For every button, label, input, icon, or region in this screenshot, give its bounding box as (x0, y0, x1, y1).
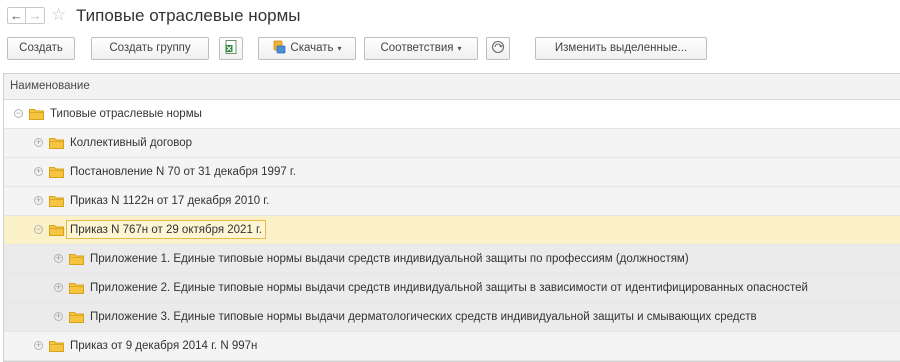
table-row[interactable]: + Приложение 2. Единые типовые нормы выда… (4, 274, 900, 303)
folder-icon (69, 312, 84, 323)
table-row[interactable]: + Приказ от 9 декабря 2014 г. N 997н (4, 332, 900, 361)
expand-toggle-icon[interactable]: + (54, 283, 63, 292)
expand-toggle-icon[interactable]: + (34, 196, 43, 205)
table-row[interactable]: + Приказ N 1122н от 17 декабря 2010 г. (4, 187, 900, 216)
expand-toggle-icon[interactable]: + (34, 138, 43, 147)
folder-icon (69, 283, 84, 294)
table-row[interactable]: − Типовые отраслевые нормы (4, 100, 900, 129)
globe-sync-icon (491, 40, 505, 54)
row-label: Приказ от 9 декабря 2014 г. N 997н (70, 340, 258, 352)
column-header-name[interactable]: Наименование (4, 74, 900, 100)
expand-toggle-icon[interactable]: + (34, 341, 43, 350)
mappings-button[interactable]: Соответствия ▾ (364, 37, 478, 60)
row-label: Приложение 1. Единые типовые нормы выдач… (90, 253, 689, 265)
back-button[interactable]: ← (7, 7, 26, 24)
hierarchy-table: Наименование − Типовые отраслевые нормы + К… (3, 73, 900, 362)
table-row[interactable]: + Постановление N 70 от 31 декабря 1997 г… (4, 158, 900, 187)
expand-toggle-icon[interactable]: + (34, 167, 43, 176)
toolbar: Создать Создать группу Скачать ▾ Соответс… (0, 36, 900, 62)
create-group-button[interactable]: Создать группу (91, 37, 209, 60)
edit-selected-button[interactable]: Изменить выделенные... (535, 37, 707, 60)
excel-export-button[interactable] (219, 37, 243, 60)
table-row[interactable]: + Приложение 1. Единые типовые нормы выда… (4, 245, 900, 274)
page-title: Типовые отраслевые нормы (76, 6, 301, 25)
collapse-toggle-icon[interactable]: − (34, 225, 43, 234)
row-label: Постановление N 70 от 31 декабря 1997 г. (70, 166, 296, 178)
arrow-left-icon: ← (10, 8, 23, 23)
create-group-button-label: Создать группу (109, 42, 191, 54)
excel-icon (225, 39, 236, 54)
title-bar: ← → ☆ Типовые отраслевые нормы (0, 0, 900, 34)
chevron-down-icon: ▾ (337, 44, 342, 53)
row-label: Типовые отраслевые нормы (50, 108, 202, 120)
download-button[interactable]: Скачать ▾ (258, 37, 356, 60)
row-label: Приложение 3. Единые типовые нормы выдач… (90, 311, 757, 323)
sync-button[interactable] (486, 37, 510, 60)
folder-icon (49, 167, 64, 178)
folder-icon (49, 225, 64, 236)
expand-toggle-icon[interactable]: + (54, 254, 63, 263)
create-button-label: Создать (19, 42, 63, 54)
expand-toggle-icon[interactable]: + (54, 312, 63, 321)
chevron-down-icon: ▾ (457, 44, 462, 53)
forward-button[interactable]: → (26, 7, 45, 24)
mappings-button-label: Соответствия (380, 42, 454, 54)
folder-icon (49, 341, 64, 352)
row-label: Приказ N 767н от 29 октября 2021 г. (66, 220, 267, 239)
folder-icon (49, 196, 64, 207)
collapse-toggle-icon[interactable]: − (14, 109, 23, 118)
arrow-right-icon: → (28, 8, 42, 23)
table-row[interactable]: + Коллективный договор (4, 129, 900, 158)
table-row[interactable]: + Приложение 3. Единые типовые нормы выда… (4, 303, 900, 332)
favorite-star-icon[interactable]: ☆ (51, 6, 66, 24)
folder-icon (29, 109, 44, 120)
edit-selected-button-label: Изменить выделенные... (554, 42, 688, 54)
row-label: Приказ N 1122н от 17 декабря 2010 г. (70, 195, 270, 207)
folder-icon (69, 254, 84, 265)
download-button-label: Скачать (290, 42, 334, 54)
table-row[interactable]: − Приказ N 767н от 29 октября 2021 г. (4, 216, 900, 245)
download-icon (274, 40, 286, 54)
row-label: Коллективный договор (70, 137, 193, 149)
folder-icon (49, 138, 64, 149)
create-button[interactable]: Создать (7, 37, 75, 60)
row-label: Приложение 2. Единые типовые нормы выдач… (90, 282, 808, 294)
